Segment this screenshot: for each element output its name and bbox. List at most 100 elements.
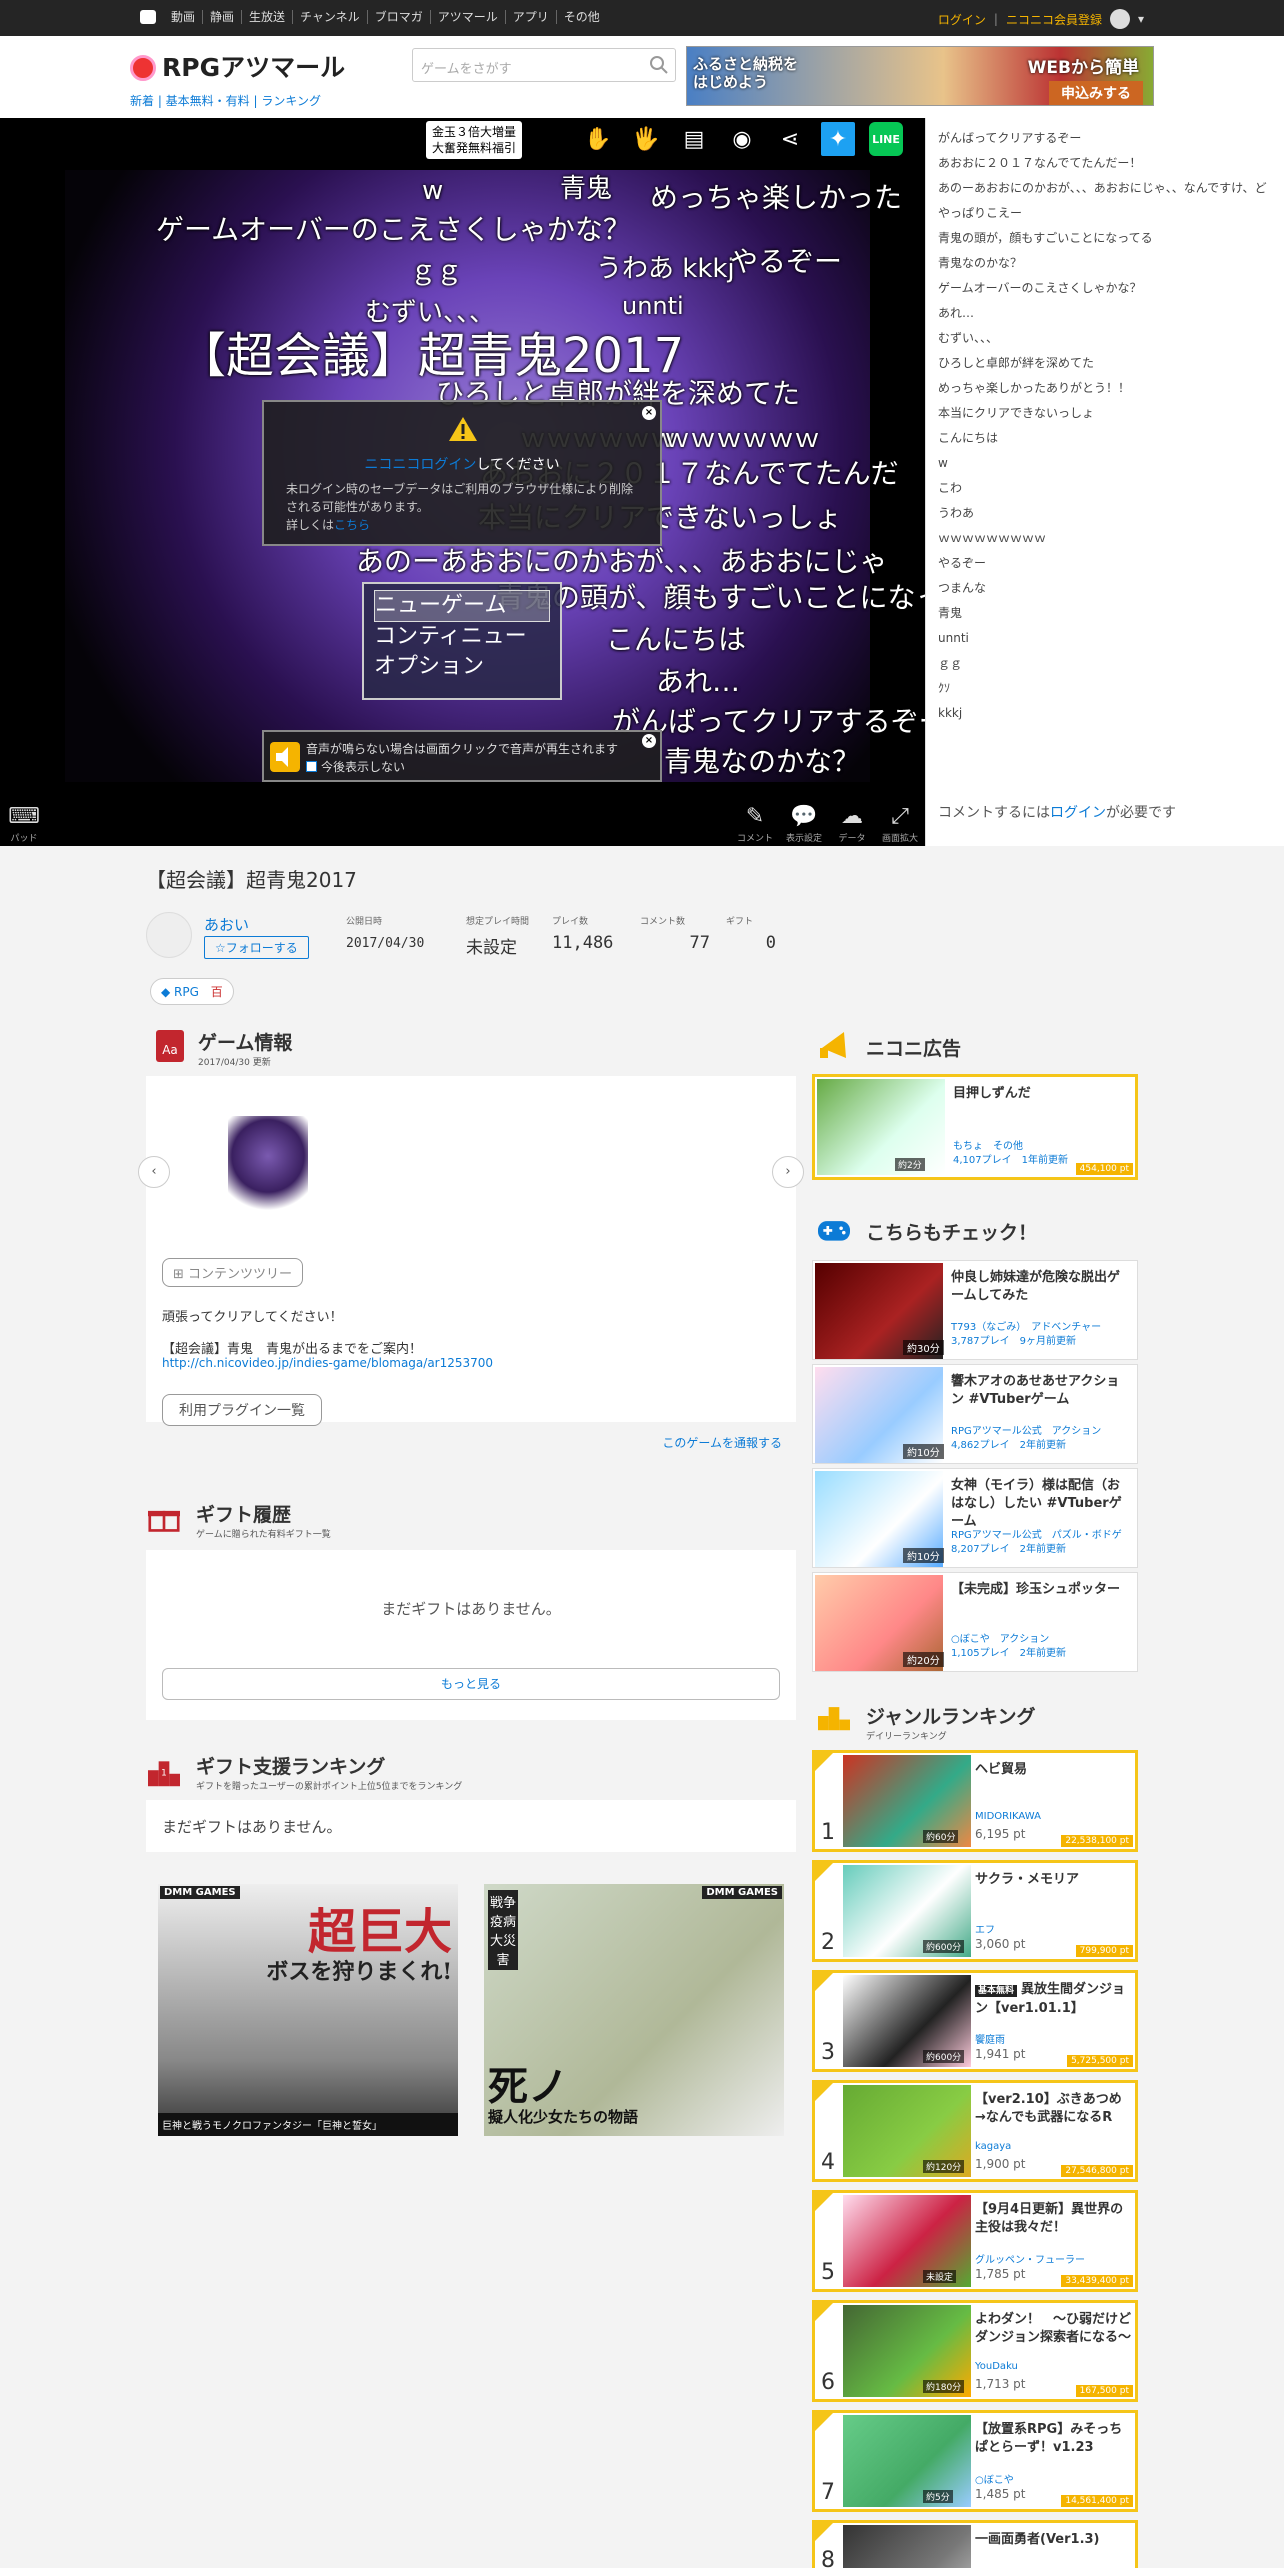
comment-item[interactable]: unnti: [938, 626, 1272, 651]
dmm-banner-1[interactable]: DMM GAMES 超巨大 ボスを狩りまくれ! 巨神と戦うモノクロファンタジー「…: [158, 1884, 458, 2136]
ad-apply-button[interactable]: 申込みする: [1049, 81, 1143, 105]
comment-item[interactable]: ｗｗｗｗｗｗｗｗｗ: [938, 526, 1272, 551]
clap-icon[interactable]: ✋: [581, 122, 615, 156]
comment-item[interactable]: あのーあおおにのかおが、、、あおおにじゃ、、なんですけ、ど: [938, 176, 1272, 201]
header-sublinks[interactable]: 新着 | 基本無料・有料 | ランキング: [130, 92, 321, 109]
author-avatar[interactable]: [146, 912, 192, 958]
carousel-prev-button[interactable]: ‹: [138, 1156, 170, 1188]
promo-bubble[interactable]: 金玉３倍大増量 大奮発無料福引: [426, 121, 523, 159]
notes-icon[interactable]: ▤: [677, 122, 711, 156]
comment-item[interactable]: がんばってクリアするぞー: [938, 126, 1272, 151]
game-player[interactable]: w 青鬼 めっちゃ楽しかった ゲームオーバーのこえさくしゃかな？ ｇｇ うわあ kkkj や…: [0, 118, 925, 846]
data-button[interactable]: ☁ データ: [832, 803, 872, 844]
close-icon[interactable]: ×: [642, 406, 656, 420]
nav-item[interactable]: アツマール: [429, 10, 505, 24]
comment-item[interactable]: 青鬼なのかな？: [938, 251, 1272, 276]
ranking-item[interactable]: 6 約180分 よわダン！ ～ひ弱だけどダンジョン探索者になる～ YouDaku 1,7…: [812, 2300, 1138, 2402]
comment-item[interactable]: 青鬼: [938, 601, 1272, 626]
comment-item[interactable]: あれ…: [938, 301, 1272, 326]
comment-item[interactable]: ひろしと卓郎が絆を深めてた: [938, 351, 1272, 376]
hand-icon[interactable]: 🖐: [629, 122, 663, 156]
comment-item[interactable]: ｇｇ: [938, 651, 1272, 676]
search-box[interactable]: ゲームをさがす: [412, 48, 676, 82]
ranking-item[interactable]: 4 約120分 【ver2.10】ぶきあつめ →なんでも武器になるR kagaya 1,…: [812, 2080, 1138, 2182]
carousel-next-button[interactable]: ›: [772, 1156, 804, 1188]
menu-options[interactable]: オプション: [374, 652, 550, 682]
comment-item[interactable]: うわあ: [938, 501, 1272, 526]
nav-item[interactable]: ブロマガ: [366, 10, 430, 24]
nav-item[interactable]: アプリ: [504, 10, 556, 24]
comment-item[interactable]: ｸｿ: [938, 676, 1272, 701]
register-link[interactable]: ニコニコ会員登録: [1006, 11, 1102, 28]
report-link[interactable]: このゲームを通報する: [662, 1434, 782, 1451]
nav-item-more[interactable]: その他: [555, 10, 607, 24]
fullscreen-button[interactable]: ⤢ 画面拡大: [880, 803, 920, 844]
ranking-title[interactable]: 【放置系RPG】みそっちぱとらーず！v1.23: [975, 2421, 1135, 2457]
header-ad-banner[interactable]: ふるさと納税を はじめよう WEBから簡単 申込みする: [686, 46, 1154, 106]
ranking-title[interactable]: よわダン！ ～ひ弱だけどダンジョン探索者になる～: [975, 2311, 1135, 2347]
nico-ad-title[interactable]: 目押しずんだ: [953, 1085, 1113, 1103]
nico-ad-item[interactable]: 約2分 目押しずんだ もちょ その他 4,107プレイ 1年前更新 454,10…: [812, 1074, 1138, 1180]
share-icon[interactable]: ⋖: [773, 122, 807, 156]
dont-show-checkbox[interactable]: 今後表示しない: [306, 758, 405, 775]
check-title[interactable]: 女神（モイラ）様は配信（おはなし）したい #VTuberゲーム: [951, 1477, 1131, 1531]
ranking-title[interactable]: 【9月4日更新】異世界の主役は我々だ！: [975, 2201, 1135, 2237]
check-title[interactable]: 仲良し姉妹達が危険な脱出ゲームしてみた: [951, 1269, 1131, 1305]
comment-login-link[interactable]: ログイン: [1050, 805, 1106, 821]
nav-item[interactable]: 静画: [202, 10, 241, 24]
comment-item[interactable]: やるぞー: [938, 551, 1272, 576]
ranking-item[interactable]: 2 約600分 サクラ・メモリア エフ 3,060 pt 799,900 pt: [812, 1860, 1138, 1962]
close-icon[interactable]: ×: [642, 734, 656, 748]
comment-item[interactable]: w: [938, 451, 1272, 476]
author-name[interactable]: あおい: [204, 914, 249, 935]
chevron-down-icon[interactable]: ▾: [1138, 12, 1144, 26]
pad-button[interactable]: ⌨ パッド: [4, 803, 44, 844]
comment-item[interactable]: 青鬼の頭が，顔もすごいことになってる: [938, 226, 1272, 251]
nav-item[interactable]: チャンネル: [292, 10, 367, 24]
site-logo[interactable]: RPGアツマール: [130, 48, 345, 84]
menu-new-game[interactable]: ニューゲーム: [374, 590, 550, 622]
check-title[interactable]: 響木アオのあせあせアクション #VTuberゲーム: [951, 1373, 1131, 1409]
ranking-item[interactable]: 1 約60分 ヘビ貿易 MIDORIKAWA 6,195 pt 22,538,100 pt: [812, 1750, 1138, 1852]
check-title[interactable]: 【未完成】珍玉シュポッター: [951, 1581, 1131, 1599]
comment-item[interactable]: つまんな: [938, 576, 1272, 601]
ranking-title[interactable]: サクラ・メモリア: [975, 1871, 1135, 1889]
nico-login-link[interactable]: ニコニコログイン: [364, 457, 476, 473]
comment-item[interactable]: あおおに２０１７なんでてたんだー！: [938, 151, 1272, 176]
dmm-banner-2[interactable]: DMM GAMES 戦争 疫病 大災害 死ノ 擬人化少女たちの物語: [484, 1884, 784, 2136]
comment-item[interactable]: ゲームオーバーのこえさくしゃかな？: [938, 276, 1272, 301]
search-icon[interactable]: [649, 55, 669, 75]
comment-item[interactable]: やっぱりこえー: [938, 201, 1272, 226]
camera-icon[interactable]: ◉: [725, 122, 759, 156]
ranking-title[interactable]: 一画面勇者(Ver1.3): [975, 2531, 1135, 2549]
display-settings-button[interactable]: 💬 表示設定: [784, 803, 824, 844]
check-item[interactable]: 約10分 響木アオのあせあせアクション #VTuberゲーム RPGアツマール公式 …: [812, 1364, 1138, 1464]
nav-item[interactable]: 生放送: [241, 10, 292, 24]
nav-item[interactable]: 動画: [164, 10, 202, 24]
game-thumbnail[interactable]: [228, 1116, 308, 1216]
ranking-item[interactable]: 8 一画面勇者(Ver1.3): [812, 2520, 1138, 2568]
genre-tag[interactable]: ◆ RPG 百: [150, 978, 234, 1005]
comment-item[interactable]: こんにちは: [938, 426, 1272, 451]
login-link[interactable]: ログイン: [938, 11, 986, 28]
tv-icon[interactable]: [140, 10, 156, 24]
comment-item[interactable]: 本当にクリアできないっしょ: [938, 401, 1272, 426]
user-avatar-icon[interactable]: [1109, 9, 1130, 29]
comment-item[interactable]: こわ: [938, 476, 1272, 501]
content-tree-button[interactable]: ⊞ コンテンツツリー: [162, 1258, 304, 1287]
blomaga-link[interactable]: http://ch.nicovideo.jp/indies-game/bloma…: [162, 1356, 493, 1370]
search-input[interactable]: ゲームをさがす: [421, 58, 512, 77]
comment-item[interactable]: kkkj: [938, 701, 1272, 726]
comment-item[interactable]: むずい、、、: [938, 326, 1272, 351]
details-link[interactable]: こちら: [334, 518, 370, 532]
follow-button[interactable]: ☆フォローする: [204, 936, 309, 959]
line-icon[interactable]: LINE: [869, 122, 903, 156]
twitter-icon[interactable]: ✦: [821, 122, 855, 156]
ranking-item[interactable]: 3 約600分 基本無料 異放生間ダンジョン【ver1.01.1】 饗庭雨 1,941 p…: [812, 1970, 1138, 2072]
ranking-title[interactable]: 【ver2.10】ぶきあつめ →なんでも武器になるR: [975, 2091, 1135, 2127]
comment-item[interactable]: めっちゃ楽しかったありがとう！！: [938, 376, 1272, 401]
plugin-list-button[interactable]: 利用プラグイン一覧: [162, 1394, 322, 1426]
more-button[interactable]: もっと見る: [162, 1668, 780, 1700]
ranking-item[interactable]: 7 約5分 【放置系RPG】みそっちぱとらーず！v1.23 ○ぼこや 1,485 pt 1…: [812, 2410, 1138, 2512]
check-item[interactable]: 約10分 女神（モイラ）様は配信（おはなし）したい #VTuberゲーム RPGアツ…: [812, 1468, 1138, 1568]
